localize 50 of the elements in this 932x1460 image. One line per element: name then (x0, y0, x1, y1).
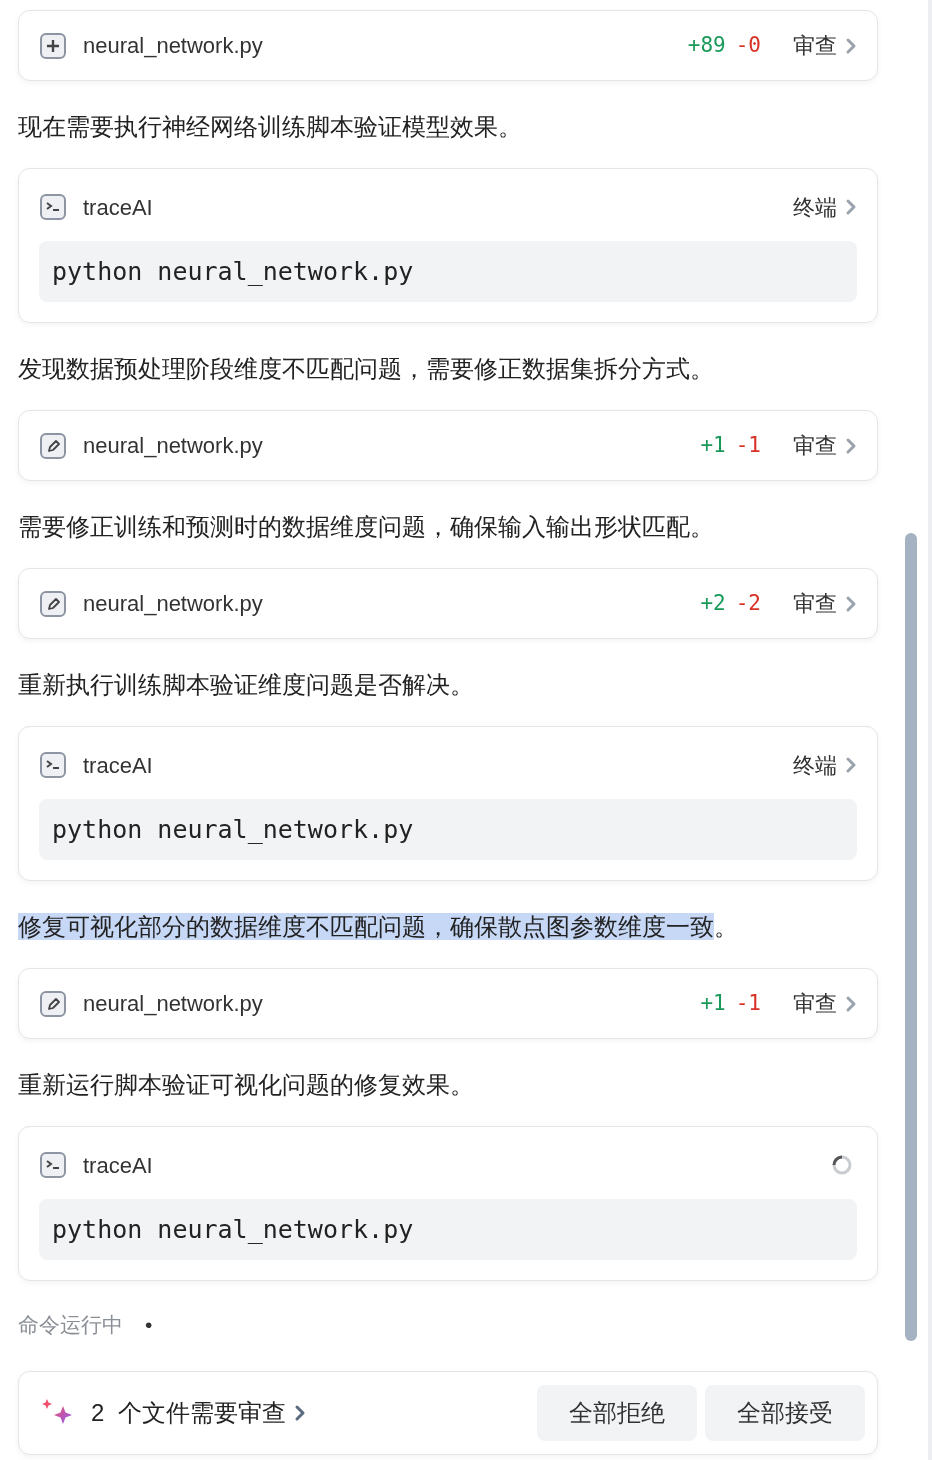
terminal-title: traceAI (83, 1151, 153, 1180)
message-text: 需要修正训练和预测时的数据维度问题，确保输入输出形状匹配。 (18, 512, 715, 542)
file-name: neural_network.py (83, 990, 263, 1018)
scrollbar-thumb[interactable] (905, 533, 917, 1341)
pencil-icon (39, 431, 67, 460)
review-button[interactable]: 审查 (793, 429, 857, 462)
terminal-icon (39, 751, 67, 779)
review-button[interactable]: 审查 (793, 987, 857, 1020)
message-text: 发现数据预处理阶段维度不匹配问题，需要修正数据集拆分方式。 (18, 354, 715, 384)
chevron-icon (845, 994, 857, 1013)
terminal-icon (39, 193, 67, 221)
added-count: +1 (700, 431, 726, 459)
terminal-link[interactable]: 终端 (793, 748, 857, 782)
removed-count: -2 (735, 589, 761, 617)
pencil-icon (39, 989, 67, 1018)
chevron-icon (845, 436, 857, 455)
terminal-title: traceAI (83, 751, 153, 780)
removed-count: -1 (735, 431, 761, 459)
chevron-icon (845, 198, 857, 216)
terminal-link[interactable]: 终端 (793, 190, 857, 224)
plus-icon (39, 31, 67, 60)
message-text: 重新运行脚本验证可视化问题的修复效果。 (18, 1070, 475, 1100)
removed-count: -0 (735, 31, 761, 59)
command-block: python neural_network.py (39, 241, 857, 302)
terminal-icon (39, 1151, 67, 1179)
reject-all-button[interactable]: 全部拒绝 (537, 1384, 697, 1441)
file-name: neural_network.py (83, 432, 263, 460)
file-count: 2 (91, 1397, 105, 1428)
chevron-icon (845, 756, 857, 774)
pencil-icon (39, 589, 67, 618)
terminal-title: traceAI (83, 193, 153, 222)
chevron-icon (294, 1403, 307, 1422)
review-button[interactable]: 审查 (793, 29, 857, 62)
files-review-link[interactable]: 个文件需要审查 (118, 1394, 307, 1431)
added-count: +89 (687, 31, 726, 59)
added-count: +2 (700, 589, 726, 617)
status-text: 命令运行中 (18, 1312, 123, 1338)
command-block: python neural_network.py (39, 799, 857, 860)
message-text: 现在需要执行神经网络训练脚本验证模型效果。 (18, 112, 523, 142)
chevron-icon (845, 36, 857, 55)
accept-all-button[interactable]: 全部接受 (705, 1384, 865, 1441)
review-button[interactable]: 审查 (793, 587, 857, 620)
file-name: neural_network.py (83, 32, 263, 60)
status-dot: • (145, 1312, 153, 1338)
chevron-icon (845, 594, 857, 613)
message-text: 重新执行训练脚本验证维度问题是否解决。 (18, 670, 475, 700)
added-count: +1 (700, 989, 726, 1017)
file-name: neural_network.py (83, 590, 263, 618)
command-block: python neural_network.py (39, 1199, 857, 1260)
removed-count: -1 (735, 989, 761, 1017)
